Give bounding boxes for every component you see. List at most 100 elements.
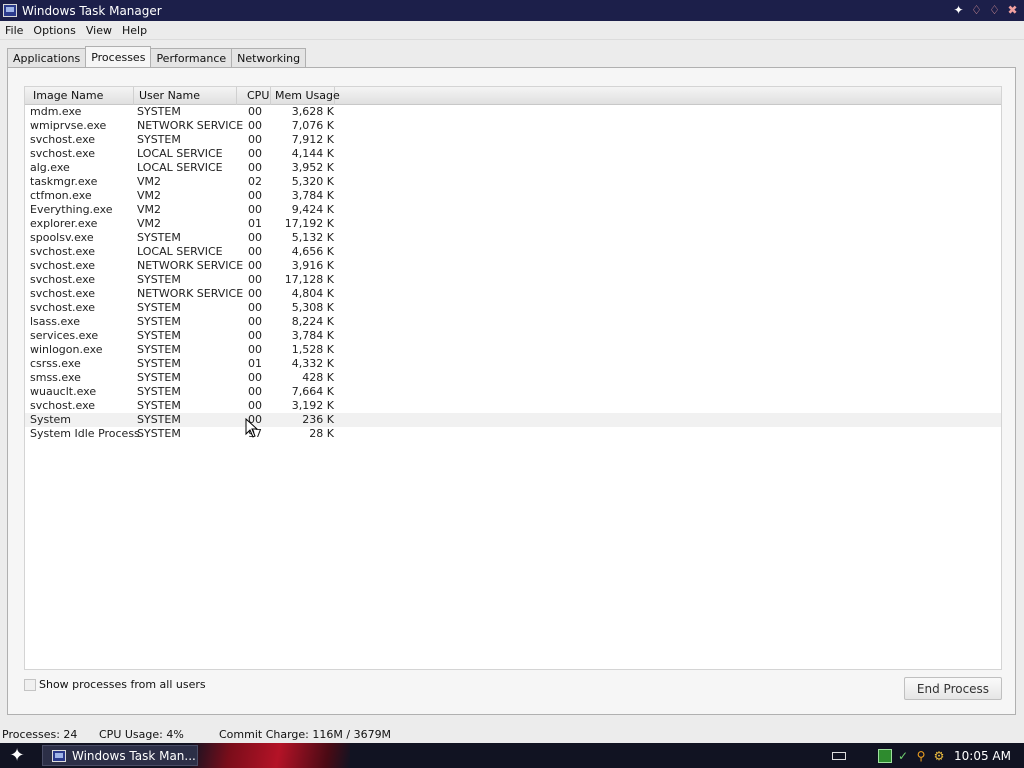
tab-strip: Applications Processes Performance Netwo… (7, 46, 307, 67)
cell-mem-usage: 3,628 K (291, 105, 334, 118)
table-row[interactable]: System SYSTEM 00 236 K (25, 413, 1001, 427)
settings-icon[interactable]: ⚙ (932, 749, 946, 763)
task-manager-tray-icon[interactable] (878, 748, 893, 763)
cell-cpu: 00 (248, 203, 262, 216)
table-row[interactable]: Everything.exe VM2 00 9,424 K (25, 203, 1001, 217)
cell-mem-usage: 5,320 K (291, 175, 334, 188)
cell-cpu: 00 (248, 147, 262, 160)
cell-mem-usage: 428 K (302, 371, 334, 384)
cell-user-name: SYSTEM (137, 357, 181, 370)
mouse-cursor-icon (245, 418, 259, 438)
cell-mem-usage: 3,784 K (291, 189, 334, 202)
cell-image-name: csrss.exe (30, 357, 81, 370)
column-mem-usage[interactable]: Mem Usage (271, 87, 340, 105)
menu-help[interactable]: Help (117, 24, 152, 37)
table-row[interactable]: alg.exe LOCAL SERVICE 00 3,952 K (25, 161, 1001, 175)
taskbar-item-task-manager[interactable]: Windows Task Man... (42, 745, 198, 766)
window-controls: ✦ ♢ ♢ ✖ (950, 2, 1021, 19)
menu-view[interactable]: View (81, 24, 117, 37)
cell-image-name: System (30, 413, 72, 426)
cell-mem-usage: 17,192 K (284, 217, 334, 230)
show-all-users-label: Show processes from all users (39, 678, 206, 691)
table-row[interactable]: mdm.exe SYSTEM 00 3,628 K (25, 105, 1001, 119)
table-row[interactable]: smss.exe SYSTEM 00 428 K (25, 371, 1001, 385)
list-header: Image Name User Name CPU Mem Usage (25, 87, 1001, 105)
table-row[interactable]: taskmgr.exe VM2 02 5,320 K (25, 175, 1001, 189)
table-row[interactable]: svchost.exe LOCAL SERVICE 00 4,144 K (25, 147, 1001, 161)
table-row[interactable]: csrss.exe SYSTEM 01 4,332 K (25, 357, 1001, 371)
menu-bar: File Options View Help (0, 21, 1024, 40)
table-row[interactable]: wuauclt.exe SYSTEM 00 7,664 K (25, 385, 1001, 399)
cell-image-name: svchost.exe (30, 259, 96, 272)
cell-image-name: alg.exe (30, 161, 70, 174)
cell-user-name: SYSTEM (137, 385, 181, 398)
cell-mem-usage: 4,332 K (291, 357, 334, 370)
cell-mem-usage: 236 K (302, 413, 334, 426)
start-button[interactable]: ✦ (0, 743, 34, 768)
search-icon[interactable]: ⚲ (914, 749, 928, 763)
table-row[interactable]: svchost.exe LOCAL SERVICE 00 4,656 K (25, 245, 1001, 259)
maximize-icon[interactable]: ♢ (986, 2, 1003, 19)
cell-mem-usage: 4,804 K (291, 287, 334, 300)
cell-cpu: 00 (248, 119, 262, 132)
cell-cpu: 00 (248, 287, 262, 300)
tab-networking[interactable]: Networking (231, 48, 307, 67)
star-icon[interactable]: ✦ (950, 2, 967, 19)
table-row[interactable]: svchost.exe SYSTEM 00 17,128 K (25, 273, 1001, 287)
cell-user-name: SYSTEM (137, 427, 181, 440)
table-row[interactable]: spoolsv.exe SYSTEM 00 5,132 K (25, 231, 1001, 245)
cell-mem-usage: 28 K (309, 427, 334, 440)
keyboard-icon[interactable] (832, 751, 847, 760)
minimize-icon[interactable]: ♢ (968, 2, 985, 19)
clock[interactable]: 10:05 AM (954, 749, 1011, 763)
table-row[interactable]: svchost.exe NETWORK SERVICE 00 3,916 K (25, 259, 1001, 273)
table-row[interactable]: winlogon.exe SYSTEM 00 1,528 K (25, 343, 1001, 357)
cell-image-name: Everything.exe (30, 203, 113, 216)
table-row[interactable]: services.exe SYSTEM 00 3,784 K (25, 329, 1001, 343)
table-row[interactable]: wmiprvse.exe NETWORK SERVICE 00 7,076 K (25, 119, 1001, 133)
column-cpu[interactable]: CPU (237, 87, 271, 105)
table-row[interactable]: lsass.exe SYSTEM 00 8,224 K (25, 315, 1001, 329)
network-icon[interactable]: ✓ (896, 749, 910, 763)
cell-user-name: SYSTEM (137, 343, 181, 356)
cell-image-name: spoolsv.exe (30, 231, 94, 244)
cell-image-name: smss.exe (30, 371, 81, 384)
close-icon[interactable]: ✖ (1004, 2, 1021, 19)
table-row[interactable]: explorer.exe VM2 01 17,192 K (25, 217, 1001, 231)
show-all-users-checkbox[interactable] (24, 678, 36, 691)
cell-user-name: SYSTEM (137, 133, 181, 146)
column-image-name[interactable]: Image Name (25, 87, 134, 105)
end-process-button[interactable]: End Process (904, 677, 1002, 700)
cell-image-name: System Idle Process (30, 427, 140, 440)
cell-image-name: wmiprvse.exe (30, 119, 107, 132)
table-row[interactable]: svchost.exe SYSTEM 00 3,192 K (25, 399, 1001, 413)
list-body: mdm.exe SYSTEM 00 3,628 K wmiprvse.exe NETWOR… (25, 105, 1001, 441)
tab-performance[interactable]: Performance (150, 48, 233, 67)
title-bar[interactable]: Windows Task Manager ✦ ♢ ♢ ✖ (0, 0, 1024, 21)
cell-user-name: LOCAL SERVICE (137, 147, 223, 160)
process-list[interactable]: Image Name User Name CPU Mem Usage mdm.e… (24, 86, 1002, 670)
menu-options[interactable]: Options (28, 24, 80, 37)
table-row[interactable]: svchost.exe NETWORK SERVICE 00 4,804 K (25, 287, 1001, 301)
cell-user-name: SYSTEM (137, 105, 181, 118)
cell-mem-usage: 7,912 K (291, 133, 334, 146)
cell-mem-usage: 8,224 K (291, 315, 334, 328)
table-row[interactable]: ctfmon.exe VM2 00 3,784 K (25, 189, 1001, 203)
cell-user-name: LOCAL SERVICE (137, 161, 223, 174)
cell-cpu: 00 (248, 273, 262, 286)
system-tray: ✓ ⚲ ⚙ 10:05 AM (832, 743, 1024, 768)
cell-user-name: SYSTEM (137, 413, 181, 426)
menu-file[interactable]: File (0, 24, 28, 37)
table-row[interactable]: System Idle Process SYSTEM 97 28 K (25, 427, 1001, 441)
cell-mem-usage: 5,132 K (291, 231, 334, 244)
table-row[interactable]: svchost.exe SYSTEM 00 5,308 K (25, 301, 1001, 315)
tab-processes[interactable]: Processes (85, 46, 152, 67)
tab-applications[interactable]: Applications (7, 48, 87, 67)
cell-user-name: VM2 (137, 189, 162, 202)
column-user-name[interactable]: User Name (134, 87, 237, 105)
cell-mem-usage: 5,308 K (291, 301, 334, 314)
show-all-users-option[interactable]: Show processes from all users (24, 678, 206, 691)
star-icon: ✦ (9, 745, 25, 766)
task-manager-icon (52, 749, 66, 762)
table-row[interactable]: svchost.exe SYSTEM 00 7,912 K (25, 133, 1001, 147)
